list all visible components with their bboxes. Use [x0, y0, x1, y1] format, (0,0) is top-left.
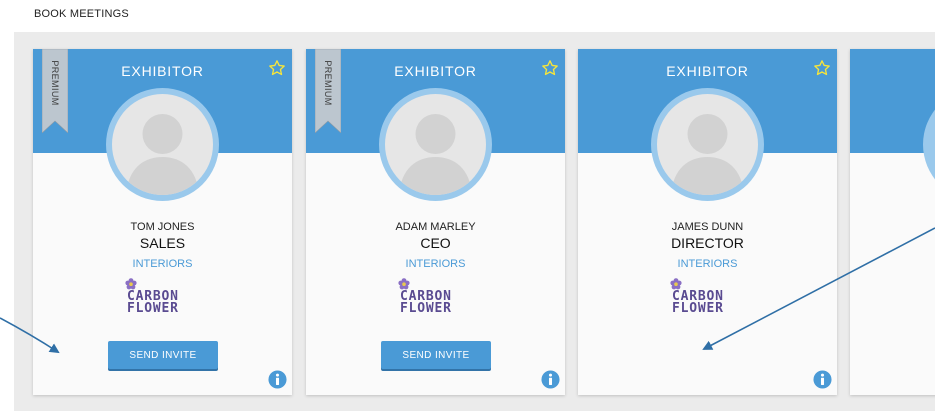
- exhibitor-card[interactable]: PREMIUM EXHIBITOR ADAM MARLEY CEO INTERI…: [306, 49, 565, 395]
- ribbon-label: PREMIUM: [323, 60, 333, 106]
- exhibitor-card[interactable]: EXHIBITOR JAMES DUNN DIRECTOR INTERIORS …: [578, 49, 837, 395]
- info-icon[interactable]: [813, 370, 832, 389]
- send-invite-button[interactable]: SEND INVITE: [108, 341, 218, 369]
- brand-logo: CARBON FLOWER: [109, 278, 219, 324]
- page-heading: BOOK MEETINGS: [34, 8, 129, 20]
- avatar: [657, 94, 758, 195]
- info-icon[interactable]: [268, 370, 287, 389]
- exhibitor-card[interactable]: PREMIUM EXHIBITOR TOM JONES SALES INTERI…: [33, 49, 292, 395]
- ribbon-label: PREMIUM: [50, 60, 60, 106]
- contact-name: TOM JONES: [130, 221, 195, 233]
- avatar: [112, 94, 213, 195]
- company-link[interactable]: INTERIORS: [33, 258, 292, 270]
- card-type-label: EXHIBITOR: [666, 63, 749, 79]
- contact-role: SALES: [139, 235, 186, 251]
- user-silhouette-icon: [112, 94, 213, 195]
- star-outline-icon[interactable]: [541, 59, 559, 77]
- card-type-label: EXHIBITOR: [394, 63, 477, 79]
- contact-name: JAMES DUNN: [671, 221, 744, 233]
- company-link[interactable]: INTERIORS: [306, 258, 565, 270]
- user-silhouette-icon: [385, 94, 486, 195]
- user-silhouette-icon: [657, 94, 758, 195]
- card-header-band: [850, 49, 935, 153]
- info-icon[interactable]: [541, 370, 560, 389]
- brand-logo: CARBON FLOWER: [654, 278, 764, 324]
- star-outline-icon[interactable]: [268, 59, 286, 77]
- contact-name: ADAM MARLEY: [395, 221, 476, 233]
- exhibitor-card-partial[interactable]: [850, 49, 935, 395]
- contact-role: DIRECTOR: [671, 235, 744, 251]
- star-outline-icon[interactable]: [813, 59, 831, 77]
- contact-role: CEO: [420, 235, 451, 251]
- company-link[interactable]: INTERIORS: [578, 258, 837, 270]
- send-invite-button[interactable]: SEND INVITE: [381, 341, 491, 369]
- avatar: [385, 94, 486, 195]
- card-type-label: EXHIBITOR: [121, 63, 204, 79]
- brand-logo: CARBON FLOWER: [382, 278, 492, 324]
- exhibitor-carousel[interactable]: PREMIUM EXHIBITOR TOM JONES SALES INTERI…: [14, 32, 935, 411]
